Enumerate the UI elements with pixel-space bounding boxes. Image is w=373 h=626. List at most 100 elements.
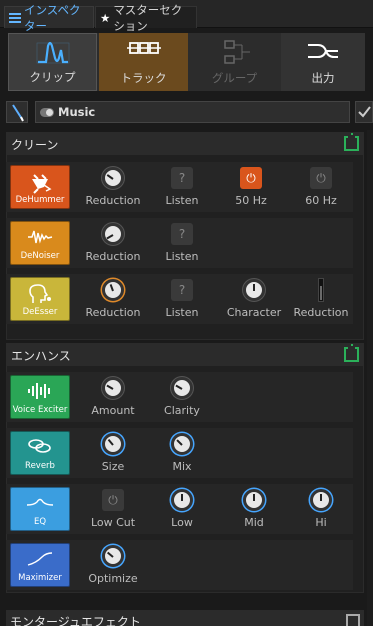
control-label: 60 Hz <box>305 194 337 207</box>
tab-label: マスターセクション <box>113 2 183 33</box>
star-icon: ★ <box>100 10 111 25</box>
power-icon[interactable] <box>344 344 359 362</box>
pen-icon[interactable] <box>6 101 28 123</box>
knob[interactable] <box>102 433 124 455</box>
section-header[interactable]: エンハンス <box>7 344 363 366</box>
plugin-label: DeHummer <box>15 195 65 205</box>
track-toggle[interactable] <box>40 108 54 117</box>
plug-icon <box>32 174 52 194</box>
track-icon <box>126 42 161 54</box>
track-name-field[interactable]: Music <box>35 101 350 123</box>
knob[interactable] <box>102 377 124 399</box>
voice-exciter-button[interactable]: Voice Exciter <box>10 375 70 419</box>
eq-button[interactable]: EQ <box>10 487 70 531</box>
knob[interactable] <box>171 377 193 399</box>
module-row-dehummer: DeHummer Reduction ? Listen ⏻ 50 Hz ⏻ 60… <box>6 162 353 212</box>
mode-label: トラック <box>120 71 167 85</box>
tab-label: インスペクター <box>24 2 81 33</box>
control-label: Reduction <box>85 194 141 207</box>
control[interactable]: Mid <box>221 484 287 534</box>
power-icon[interactable]: ⏻ <box>310 167 332 189</box>
plugin-label: Maximizer <box>18 573 62 583</box>
control-label: Reduction <box>85 306 141 319</box>
control-label: Character <box>226 306 282 319</box>
control-label: Mix <box>172 460 192 473</box>
mode-clip-button[interactable]: クリップ <box>8 33 97 91</box>
control[interactable]: Character <box>221 274 287 324</box>
control-label: Listen <box>165 194 199 207</box>
mode-label: クリップ <box>29 70 76 84</box>
maximizer-button[interactable]: Maximizer <box>10 543 70 587</box>
deesser-button[interactable]: DeEsser <box>10 277 70 321</box>
listen-ear-icon[interactable]: ? <box>171 279 193 301</box>
control[interactable]: ⏻ Low Cut <box>82 484 144 534</box>
control-label: Reduction <box>293 306 349 319</box>
control[interactable]: Low <box>152 484 212 534</box>
mode-label: 出力 <box>311 71 335 85</box>
control[interactable]: Reduction <box>82 218 144 268</box>
track-name: Music <box>58 105 96 119</box>
dehummer-button[interactable]: DeHummer <box>10 165 70 209</box>
knob[interactable] <box>102 545 124 567</box>
eq-curve-icon <box>26 498 54 506</box>
knob[interactable] <box>171 489 193 511</box>
control-label: 50 Hz <box>235 194 267 207</box>
noise-wave-icon <box>28 230 53 244</box>
knob[interactable] <box>102 223 124 245</box>
control[interactable]: ⏻ 60 Hz <box>291 162 351 212</box>
control[interactable]: Size <box>82 428 144 478</box>
module-row-reverb: Reverb Size Mix <box>6 428 353 478</box>
module-row-voice-exciter: Voice Exciter Amount Clarity <box>6 372 353 422</box>
power-icon[interactable]: ⏻ <box>240 167 262 189</box>
mode-output-button[interactable]: 出力 <box>281 33 365 91</box>
knob[interactable] <box>102 279 124 301</box>
control[interactable]: Reduction <box>82 274 144 324</box>
control-label: Listen <box>165 250 199 263</box>
control[interactable]: Hi <box>291 484 351 534</box>
listen-ear-icon[interactable]: ? <box>171 167 193 189</box>
check-icon[interactable] <box>355 101 373 123</box>
control[interactable]: Mix <box>152 428 212 478</box>
mode-label: グループ <box>211 71 258 85</box>
section-header[interactable]: クリーン <box>7 133 363 155</box>
reduction-meter <box>318 278 324 302</box>
control[interactable]: ? Listen <box>152 274 212 324</box>
denoiser-button[interactable]: DeNoiser <box>10 221 70 265</box>
control[interactable]: Optimize <box>82 540 144 590</box>
tab-master-section[interactable]: ★ マスターセクション <box>95 3 197 33</box>
maximizer-curve-icon <box>27 552 53 566</box>
track-row: Music <box>0 98 373 128</box>
knob[interactable] <box>102 167 124 189</box>
control[interactable]: Reduction <box>82 162 144 212</box>
control[interactable]: Clarity <box>152 372 212 422</box>
head-icon <box>29 284 51 303</box>
power-icon[interactable] <box>346 614 360 626</box>
control-label: Reduction <box>85 250 141 263</box>
scrollbar[interactable] <box>367 130 373 626</box>
power-icon[interactable]: ⏻ <box>102 489 124 511</box>
plugin-label: DeNoiser <box>20 251 60 261</box>
control[interactable]: Amount <box>82 372 144 422</box>
knob[interactable] <box>243 489 265 511</box>
module-row-maximizer: Maximizer Optimize <box>6 540 353 590</box>
knob[interactable] <box>310 489 332 511</box>
plugin-label: Reverb <box>25 461 55 471</box>
control[interactable]: ⏻ 50 Hz <box>221 162 281 212</box>
mode-track-button[interactable]: トラック <box>99 33 188 91</box>
control[interactable]: ? Listen <box>152 162 212 212</box>
control[interactable]: ? Listen <box>152 218 212 268</box>
listen-ear-icon[interactable]: ? <box>171 223 193 245</box>
control: Reduction <box>291 274 351 324</box>
clip-wave-icon <box>36 41 69 64</box>
knob[interactable] <box>171 433 193 455</box>
section-montage-effect[interactable]: モンタージュエフェクト <box>6 610 364 626</box>
reverb-icon <box>28 439 51 453</box>
control-label: Clarity <box>164 404 200 417</box>
tab-inspector[interactable]: インスペクター <box>4 3 94 33</box>
power-icon[interactable] <box>344 133 359 151</box>
control-label: Low <box>171 516 193 529</box>
reverb-button[interactable]: Reverb <box>10 431 70 475</box>
knob[interactable] <box>243 279 265 301</box>
output-icon <box>308 44 338 58</box>
voice-bars-icon <box>28 383 50 399</box>
